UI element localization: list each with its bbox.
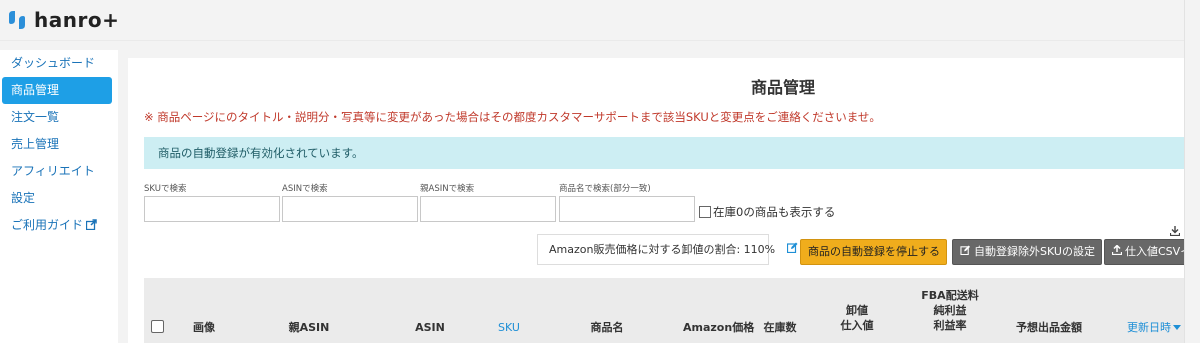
sidebar-item-orders[interactable]: 注文一覧 [0,104,118,131]
page-title: 商品管理 [750,78,815,97]
button-label: 自動登録除外SKUの設定 [974,245,1095,258]
external-link-icon [85,213,97,231]
asin-search-label: ASINで検索 [282,184,328,194]
sidebar-item-dashboard[interactable]: ダッシュボード [0,50,118,77]
sku-filter: SKUで検索 [144,182,280,222]
excluded-sku-settings-button[interactable]: 自動登録除外SKUの設定 [952,239,1102,265]
column-header-expected-sales: 予想出品金額 [1016,321,1082,334]
main-content: 商品管理 ※ 商品ページにのタイトル・説明分・写真等に変更があった場合はその都度… [128,58,1200,343]
sku-search-label: SKUで検索 [144,184,187,194]
hanro-logo-icon [6,9,28,31]
notice-text: ※ 商品ページにのタイトル・説明分・写真等に変更があった場合はその都度カスタマー… [144,110,881,124]
column-header-product-name: 商品名 [590,321,624,334]
column-header-fba-line1: FBA配送料 [921,289,979,302]
asin-filter: ASINで検索 [282,182,418,222]
column-header-updated-at[interactable]: 更新日時 [1122,320,1186,335]
download-icon[interactable] [1169,226,1181,239]
parent-asin-search-input[interactable] [420,196,556,222]
sidebar-item-label: ご利用ガイド [11,218,84,232]
show-zero-stock-checkbox[interactable] [699,206,711,218]
column-header-fba-line3: 利益率 [933,319,967,332]
sidebar: ダッシュボード 商品管理 注文一覧 売上管理 アフィリエイト 設定 ご利用ガイド [0,50,118,343]
sidebar-item-products[interactable]: 商品管理 [2,77,112,104]
parent-asin-filter: 親ASINで検索 [420,182,556,222]
wholesale-ratio-display: Amazon販売価格に対する卸値の割合: 110% [537,234,798,265]
sidebar-item-affiliate[interactable]: アフィリエイト [0,158,118,185]
button-label: 仕入値CSVイ [1125,245,1192,258]
column-header-parent-asin: 親ASIN [288,321,330,334]
show-zero-stock-toggle[interactable]: 在庫0の商品も表示する [699,204,835,220]
column-header-fba-profit: FBA配送料 純利益 利益率 [919,288,981,333]
sku-search-input[interactable] [144,196,280,222]
auto-register-info-alert: 商品の自動登録が有効化されています。 [144,137,1200,169]
edit-icon[interactable] [786,235,798,264]
sidebar-item-settings[interactable]: 設定 [0,185,118,212]
column-header-fba-line2: 純利益 [933,304,967,317]
sidebar-item-sales[interactable]: 売上管理 [0,131,118,158]
select-all-checkbox[interactable] [151,320,164,333]
column-header-amazon-price: Amazon価格 [683,321,755,334]
column-header-asin: ASIN [415,321,445,334]
vertical-scrollbar[interactable] [1184,0,1200,343]
app-logo[interactable]: hanro+ [6,8,119,32]
column-header-wholesale-line1: 卸値 [846,304,868,317]
upload-icon [1111,240,1123,264]
column-header-wholesale-line2: 仕入値 [840,319,874,332]
edit-icon [960,240,971,264]
column-header-image: 画像 [193,321,215,334]
sort-desc-icon [1173,325,1181,330]
column-header-wholesale: 卸値 仕入値 [837,303,877,333]
show-zero-stock-label: 在庫0の商品も表示する [713,205,836,219]
column-header-updated-at-label: 更新日時 [1127,321,1171,334]
product-table-header: 画像 親ASIN ASIN SKU 商品名 Amazon価格 在庫数 卸値 仕入… [144,278,1200,343]
product-name-search-input[interactable] [559,196,695,222]
column-header-stock: 在庫数 [763,321,797,334]
sidebar-item-guide[interactable]: ご利用ガイド [0,212,118,239]
stop-auto-register-button[interactable]: 商品の自動登録を停止する [800,239,947,265]
product-name-search-label: 商品名で検索(部分一致) [559,184,651,194]
column-header-sku[interactable]: SKU [495,320,523,335]
header-divider [0,40,1200,41]
wholesale-ratio-text: Amazon販売価格に対する卸値の割合: 110% [549,243,776,256]
product-name-filter: 商品名で検索(部分一致) [559,182,695,222]
parent-asin-search-label: 親ASINで検索 [420,184,475,194]
asin-search-input[interactable] [282,196,418,222]
app-logo-text: hanro+ [34,8,120,32]
